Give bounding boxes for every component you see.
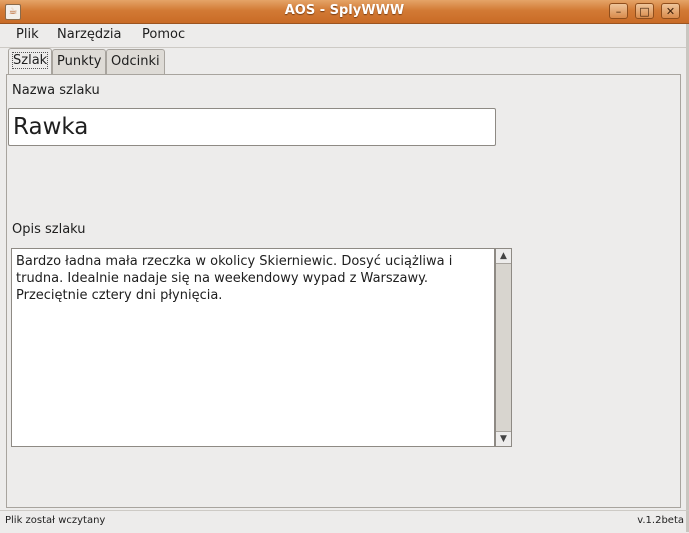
version-label: v.1.2beta — [637, 515, 684, 526]
menu-plik[interactable]: Plik — [16, 27, 39, 42]
tab-odcinki[interactable]: Odcinki — [106, 49, 165, 74]
trail-name-input[interactable] — [8, 108, 496, 146]
menu-bar: Plik Narzędzia Pomoc — [0, 24, 689, 48]
status-bar: Plik został wczytany v.1.2beta — [0, 510, 689, 533]
maximize-button[interactable]: □ — [635, 3, 654, 19]
trail-description-label: Opis szlaku — [12, 222, 86, 237]
close-button[interactable]: ✕ — [661, 3, 680, 19]
trail-name-label: Nazwa szlaku — [12, 83, 100, 98]
status-message: Plik został wczytany — [5, 515, 106, 526]
tab-szlak[interactable]: Szlak — [8, 48, 53, 75]
menu-pomoc[interactable]: Pomoc — [142, 27, 185, 42]
scroll-down-arrow-icon[interactable]: ▼ — [496, 431, 511, 446]
tab-szlak-label: Szlak — [11, 52, 49, 69]
tab-odcinki-label: Odcinki — [111, 54, 160, 69]
scroll-up-arrow-icon[interactable]: ▲ — [496, 249, 511, 264]
minimize-button[interactable]: – — [609, 3, 628, 19]
description-scrollbar[interactable]: ▲ ▼ — [495, 248, 512, 447]
window-title: AOS - SplyWWW — [284, 3, 405, 18]
title-bar[interactable]: ☕ AOS - SplyWWW – □ ✕ — [0, 0, 689, 24]
trail-description-textarea[interactable]: Bardzo ładna mała rzeczka w okolicy Skie… — [11, 248, 495, 447]
menu-narzedzia[interactable]: Narzędzia — [57, 27, 122, 42]
tab-punkty[interactable]: Punkty — [52, 49, 107, 74]
tab-punkty-label: Punkty — [57, 54, 102, 69]
